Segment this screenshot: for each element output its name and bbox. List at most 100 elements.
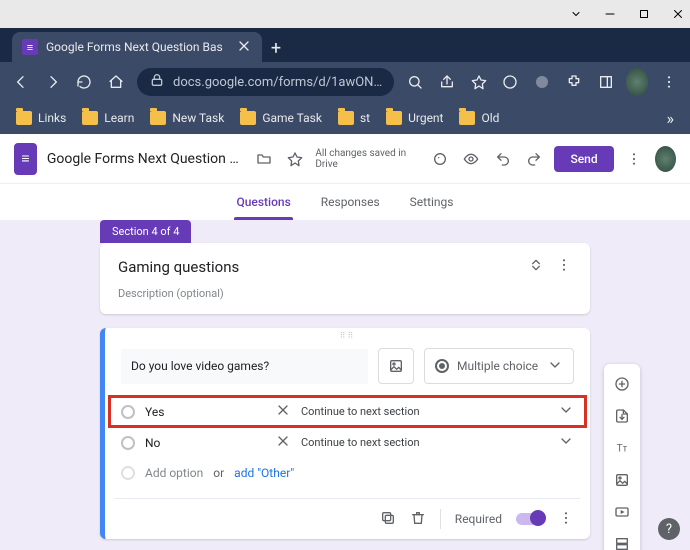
bookmark-label: New Task [172,111,224,125]
add-option-row: Add option or add "Other" [105,458,590,494]
preview-icon[interactable] [461,146,482,172]
question-card[interactable]: ⠿⠿ Multiple choice Yes Continue to [100,328,590,539]
url-field[interactable]: docs.google.com/forms/d/1awON… [137,68,394,96]
question-type-select[interactable]: Multiple choice [424,348,574,384]
required-toggle[interactable] [516,513,544,525]
goto-select[interactable]: Continue to next section [301,433,574,452]
bookmark-label: Game Task [262,111,322,125]
question-footer: Required [115,498,580,539]
profile-avatar-icon[interactable] [626,68,648,96]
section-header-card[interactable]: Gaming questions Description (optional) [100,243,590,314]
zoom-icon[interactable] [404,68,426,96]
goto-select[interactable]: Continue to next section [301,402,574,421]
send-button[interactable]: Send [554,146,613,172]
forms-logo-icon[interactable] [14,143,37,175]
bookmark-item[interactable]: st [332,106,376,130]
remove-option-icon[interactable] [275,402,291,421]
help-icon[interactable]: ? [658,518,680,540]
save-status: All changes saved in Drive [315,148,409,170]
add-question-icon[interactable] [608,370,636,398]
window-minimize-dropdown-icon[interactable] [570,5,582,24]
question-menu-icon[interactable] [558,510,574,529]
section-menu-icon[interactable] [556,257,572,277]
new-tab-button[interactable]: + [262,34,290,62]
folder-icon [82,111,98,125]
nav-back-icon[interactable] [10,68,32,96]
duplicate-icon[interactable] [380,510,396,529]
document-title[interactable]: Google Forms Next Question Based on [47,151,243,167]
option-label[interactable]: No [145,436,265,450]
tab-responses[interactable]: Responses [319,184,382,220]
add-title-icon[interactable]: Tᴛ [608,434,636,462]
add-option-link[interactable]: Add option [145,466,203,480]
account-avatar-icon[interactable] [655,146,676,172]
browser-menu-icon[interactable] [658,68,680,96]
chevron-down-icon [558,433,574,452]
window-minimize-icon[interactable] [604,5,616,24]
bookmark-item[interactable]: Links [10,106,72,130]
nav-forward-icon[interactable] [42,68,64,96]
chevron-down-icon [558,402,574,421]
section-title[interactable]: Gaming questions [118,258,239,276]
folder-icon [459,111,475,125]
goto-label: Continue to next section [301,436,420,449]
bookmark-item[interactable]: Urgent [380,106,449,130]
question-text-input[interactable] [121,349,368,384]
extension2-icon[interactable] [531,68,553,96]
nav-home-icon[interactable] [105,68,127,96]
forms-editor: Google Forms Next Question Based on All … [0,134,690,550]
star-icon[interactable] [468,68,490,96]
section-description[interactable]: Description (optional) [118,287,572,300]
redo-icon[interactable] [523,146,544,172]
bookmarks-overflow-icon[interactable]: » [661,109,681,128]
extensions-icon[interactable] [563,68,585,96]
add-video-icon[interactable] [608,498,636,526]
add-section-icon[interactable] [608,530,636,550]
goto-label: Continue to next section [301,405,420,418]
tab-settings[interactable]: Settings [408,184,456,220]
required-label: Required [455,512,502,526]
star-doc-icon[interactable] [284,146,305,172]
section-collapse-icon[interactable] [528,257,544,277]
folder-icon [338,111,354,125]
main-tabs: Questions Responses Settings [0,184,690,220]
add-option-or: or [213,466,224,480]
add-other-link[interactable]: add "Other" [234,466,294,480]
option-row[interactable]: No Continue to next section [105,427,590,458]
bookmark-item[interactable]: Old [453,106,505,130]
forms-favicon-icon [22,39,38,55]
bookmark-label: Learn [104,111,134,125]
editor-menu-icon[interactable] [624,146,645,172]
option-row[interactable]: Yes Continue to next section [109,396,586,427]
drag-handle-icon[interactable]: ⠿⠿ [105,328,590,342]
option-label[interactable]: Yes [145,405,265,419]
sidepanel-icon[interactable] [595,68,617,96]
window-controls [0,0,690,28]
theme-icon[interactable] [430,146,451,172]
section-pill: Section 4 of 4 [100,220,191,243]
move-to-folder-icon[interactable] [253,146,274,172]
extension1-icon[interactable] [499,68,521,96]
tab-close-icon[interactable] [236,38,252,57]
editor-header: Google Forms Next Question Based on All … [0,134,690,184]
bookmark-item[interactable]: Game Task [234,106,328,130]
bookmark-label: Old [481,111,499,125]
window-maximize-icon[interactable] [638,5,650,24]
tab-title: Google Forms Next Question Bas [46,40,228,54]
delete-icon[interactable] [410,510,426,529]
undo-icon[interactable] [492,146,513,172]
import-questions-icon[interactable] [608,402,636,430]
add-image-icon[interactable] [378,348,414,384]
bookmark-item[interactable]: New Task [144,106,230,130]
svg-text:Tᴛ: Tᴛ [617,443,628,454]
window-close-icon[interactable] [672,5,684,24]
nav-reload-icon[interactable] [74,68,96,96]
add-image-icon[interactable] [608,466,636,494]
url-text: docs.google.com/forms/d/1awON… [173,75,382,90]
remove-option-icon[interactable] [275,433,291,452]
bookmark-item[interactable]: Learn [76,106,140,130]
radio-icon [121,405,135,419]
share-icon[interactable] [436,68,458,96]
browser-tab[interactable]: Google Forms Next Question Bas [12,32,262,62]
tab-questions[interactable]: Questions [234,184,292,220]
